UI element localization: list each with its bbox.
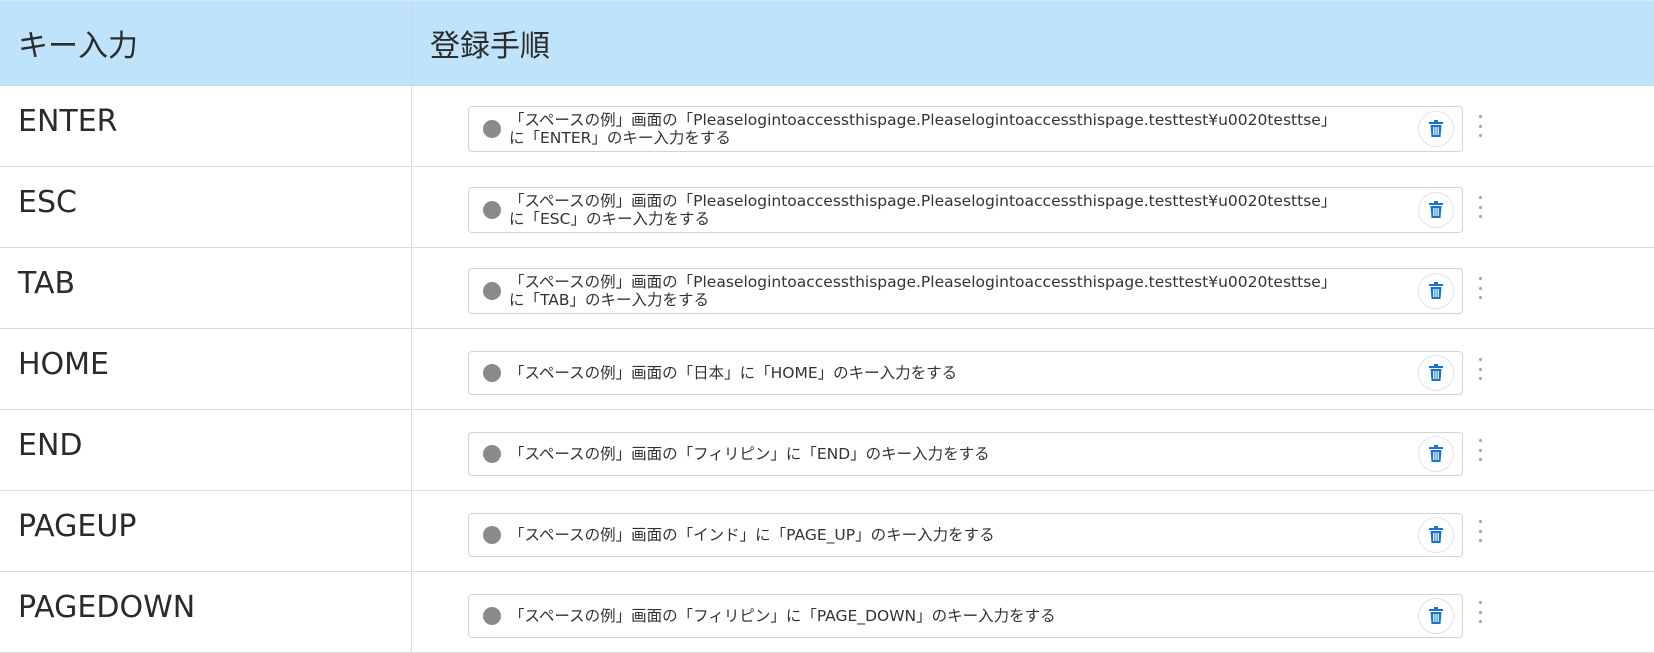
more-menu-button[interactable] [1477,439,1483,461]
table-row: HOME 「スペースの例」画面の「日本」に「HOME」のキー入力をする [0,329,1654,410]
trash-icon [1429,201,1443,218]
step-text-line2: に「ESC」のキー入力をする [509,210,710,228]
table-row: ESC 「スペースの例」画面の「Pleaselogintoaccessthisp… [0,167,1654,248]
delete-button[interactable] [1418,192,1454,228]
status-dot-icon [483,364,501,382]
key-name: HOME [0,329,412,409]
trash-icon [1429,364,1443,381]
delete-button[interactable] [1418,111,1454,147]
step-item[interactable]: 「スペースの例」画面の「フィリピン」に「END」のキー入力をする [468,432,1463,476]
more-menu-button[interactable] [1477,115,1483,137]
header-key-input: キー入力 [0,1,412,85]
step-item[interactable]: 「スペースの例」画面の「Pleaselogintoaccessthispage.… [468,268,1463,314]
steps-cell: 「スペースの例」画面の「日本」に「HOME」のキー入力をする [412,329,1654,409]
step-text-line1: 「スペースの例」画面の「Pleaselogintoaccessthispage.… [509,111,1337,129]
status-dot-icon [483,607,501,625]
step-text-line2: に「TAB」のキー入力をする [509,291,710,309]
step-text: 「スペースの例」画面の「Pleaselogintoaccessthispage.… [509,192,1462,228]
step-text-line1: 「スペースの例」画面の「Pleaselogintoaccessthispage.… [509,273,1337,291]
key-name: ESC [0,167,412,247]
step-item[interactable]: 「スペースの例」画面の「フィリピン」に「PAGE_DOWN」のキー入力をする [468,594,1463,638]
step-text-line2: に「ENTER」のキー入力をする [509,129,731,147]
step-item[interactable]: 「スペースの例」画面の「Pleaselogintoaccessthispage.… [468,106,1463,152]
delete-button[interactable] [1418,517,1454,553]
status-dot-icon [483,526,501,544]
key-name: END [0,410,412,490]
steps-cell: 「スペースの例」画面の「フィリピン」に「END」のキー入力をする [412,410,1654,490]
trash-icon [1429,526,1443,543]
steps-cell: 「スペースの例」画面の「Pleaselogintoaccessthispage.… [412,86,1654,166]
status-dot-icon [483,201,501,219]
trash-icon [1429,445,1443,462]
steps-cell: 「スペースの例」画面の「Pleaselogintoaccessthispage.… [412,248,1654,328]
status-dot-icon [483,445,501,463]
trash-icon [1429,120,1443,137]
table-row: TAB 「スペースの例」画面の「Pleaselogintoaccessthisp… [0,248,1654,329]
table-header: キー入力 登録手順 [0,0,1654,86]
table-row: PAGEUP 「スペースの例」画面の「インド」に「PAGE_UP」のキー入力をす… [0,491,1654,572]
more-menu-button[interactable] [1477,358,1483,380]
trash-icon [1429,607,1443,624]
more-menu-button[interactable] [1477,601,1483,623]
steps-cell: 「スペースの例」画面の「インド」に「PAGE_UP」のキー入力をする [412,491,1654,571]
table-row: END 「スペースの例」画面の「フィリピン」に「END」のキー入力をする [0,410,1654,491]
trash-icon [1429,282,1443,299]
status-dot-icon [483,282,501,300]
steps-cell: 「スペースの例」画面の「Pleaselogintoaccessthispage.… [412,167,1654,247]
key-name: ENTER [0,86,412,166]
more-menu-button[interactable] [1477,520,1483,542]
more-menu-button[interactable] [1477,277,1483,299]
steps-cell: 「スペースの例」画面の「フィリピン」に「PAGE_DOWN」のキー入力をする [412,572,1654,652]
key-name: PAGEDOWN [0,572,412,652]
step-item[interactable]: 「スペースの例」画面の「日本」に「HOME」のキー入力をする [468,351,1463,395]
step-text: 「スペースの例」画面の「日本」に「HOME」のキー入力をする [509,364,958,382]
status-dot-icon [483,120,501,138]
table-row: ENTER 「スペースの例」画面の「Pleaselogintoaccessthi… [0,86,1654,167]
delete-button[interactable] [1418,273,1454,309]
delete-button[interactable] [1418,436,1454,472]
table-row: PAGEDOWN 「スペースの例」画面の「フィリピン」に「PAGE_DOWN」の… [0,572,1654,653]
step-text: 「スペースの例」画面の「Pleaselogintoaccessthispage.… [509,111,1462,147]
step-item[interactable]: 「スペースの例」画面の「Pleaselogintoaccessthispage.… [468,187,1463,233]
delete-button[interactable] [1418,355,1454,391]
step-text: 「スペースの例」画面の「フィリピン」に「END」のキー入力をする [509,445,990,463]
step-item[interactable]: 「スペースの例」画面の「インド」に「PAGE_UP」のキー入力をする [468,513,1463,557]
step-text: 「スペースの例」画面の「インド」に「PAGE_UP」のキー入力をする [509,526,995,544]
header-registration-steps: 登録手順 [430,29,550,64]
step-text: 「スペースの例」画面の「Pleaselogintoaccessthispage.… [509,273,1462,309]
step-text: 「スペースの例」画面の「フィリピン」に「PAGE_DOWN」のキー入力をする [509,607,1056,625]
key-input-table: キー入力 登録手順 ENTER 「スペースの例」画面の「Pleaselogint… [0,0,1654,653]
delete-button[interactable] [1418,598,1454,634]
more-menu-button[interactable] [1477,196,1483,218]
step-text-line1: 「スペースの例」画面の「Pleaselogintoaccessthispage.… [509,192,1337,210]
key-name: TAB [0,248,412,328]
key-name: PAGEUP [0,491,412,571]
